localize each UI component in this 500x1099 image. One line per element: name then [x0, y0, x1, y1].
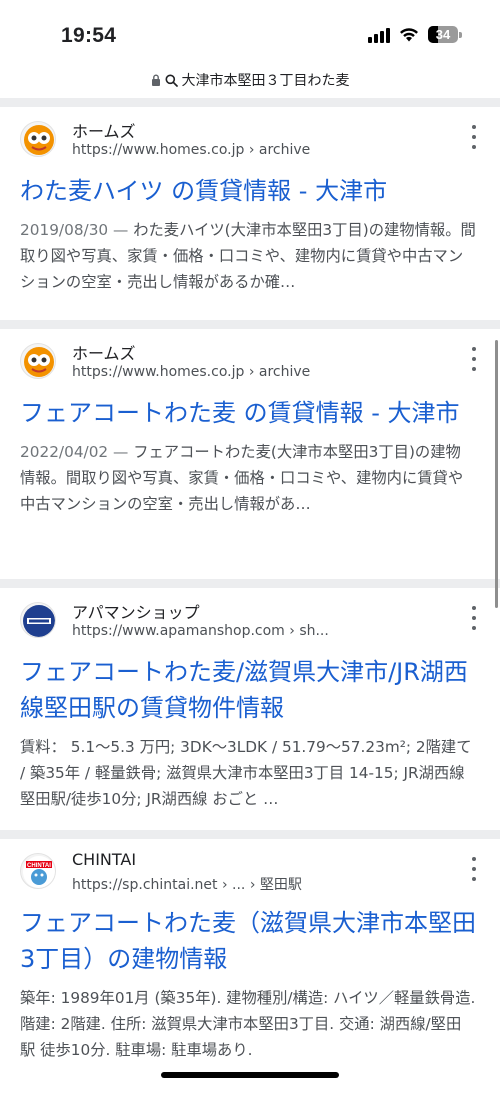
result-url[interactable]: https://www.homes.co.jp › archive — [72, 142, 310, 158]
more-options-icon[interactable] — [470, 347, 478, 371]
more-options-icon[interactable] — [470, 125, 478, 149]
battery-level: 34 — [435, 27, 451, 42]
more-options-icon[interactable] — [470, 606, 478, 630]
result-snippet: 賃料： 5.1〜5.3 万円; 3DK〜3LDK / 51.79〜57.23m²… — [20, 738, 472, 808]
wifi-icon — [400, 28, 418, 42]
result-snippet: 2022/04/02 — フェアコートわた麦(大津市本堅田3丁目)の建物情報。間… — [20, 443, 464, 513]
status-time: 19:54 — [61, 24, 117, 47]
result-url[interactable]: https://www.homes.co.jp › archive — [72, 364, 310, 380]
result-snippet: 2019/08/30 — わた麦ハイツ(大津市本堅田3丁目)の建物情報。間取り図… — [20, 221, 476, 291]
result-url[interactable]: https://www.apamanshop.com › sh... — [72, 623, 329, 639]
search-icon — [165, 74, 178, 87]
search-result[interactable]: CHINTAI CHINTAI https://sp.chintai.net ›… — [0, 839, 500, 1099]
result-snippet: 築年: 1989年01月 (築35年). 建物種別/構造: ハイツ／軽量鉄骨造.… — [20, 989, 476, 1059]
result-title-link[interactable]: フェアコートわた麦/滋賀県大津市/JR湖西線堅田駅の賃貸物件情報 — [0, 650, 500, 726]
url-bar[interactable]: 大津市本堅田３丁目わた麦 — [0, 62, 500, 98]
svg-text:CHINTAI: CHINTAI — [27, 863, 51, 869]
search-result[interactable]: ホームズ https://www.homes.co.jp › archive わ… — [0, 107, 500, 320]
result-site-name: アパマンショップ — [72, 603, 200, 622]
result-title-link[interactable]: わた麦ハイツ の賃貸情報 - 大津市 — [0, 169, 500, 209]
lock-icon — [151, 74, 160, 86]
home-indicator[interactable] — [161, 1072, 339, 1078]
status-icons: 34 — [368, 26, 462, 43]
search-result[interactable]: ホームズ https://www.homes.co.jp › archive フ… — [0, 329, 500, 579]
chintai-icon: CHINTAI — [20, 853, 56, 889]
scrollbar[interactable] — [495, 340, 498, 608]
more-options-icon[interactable] — [470, 857, 478, 881]
result-title-link[interactable]: フェアコートわた麦（滋賀県大津市本堅田3丁目）の建物情報 — [0, 901, 500, 977]
homes-icon — [20, 121, 56, 157]
status-bar: 19:54 34 — [0, 0, 500, 62]
result-site-name: CHINTAI — [72, 850, 137, 869]
results-feed: ホームズ https://www.homes.co.jp › archive わ… — [0, 98, 500, 1099]
apamanshop-icon — [20, 602, 56, 638]
result-site-name: ホームズ — [72, 122, 136, 141]
homes-icon — [20, 343, 56, 379]
url-bar-query: 大津市本堅田３丁目わた麦 — [181, 73, 350, 89]
result-site-name: ホームズ — [72, 344, 136, 363]
battery-icon: 34 — [428, 26, 458, 43]
result-title-link[interactable]: フェアコートわた麦 の賃貸情報 - 大津市 — [0, 391, 500, 431]
cellular-signal-icon — [368, 27, 390, 43]
result-url[interactable]: https://sp.chintai.net › ... › 堅田駅 — [72, 874, 302, 894]
search-result[interactable]: アパマンショップ https://www.apamanshop.com › sh… — [0, 588, 500, 830]
